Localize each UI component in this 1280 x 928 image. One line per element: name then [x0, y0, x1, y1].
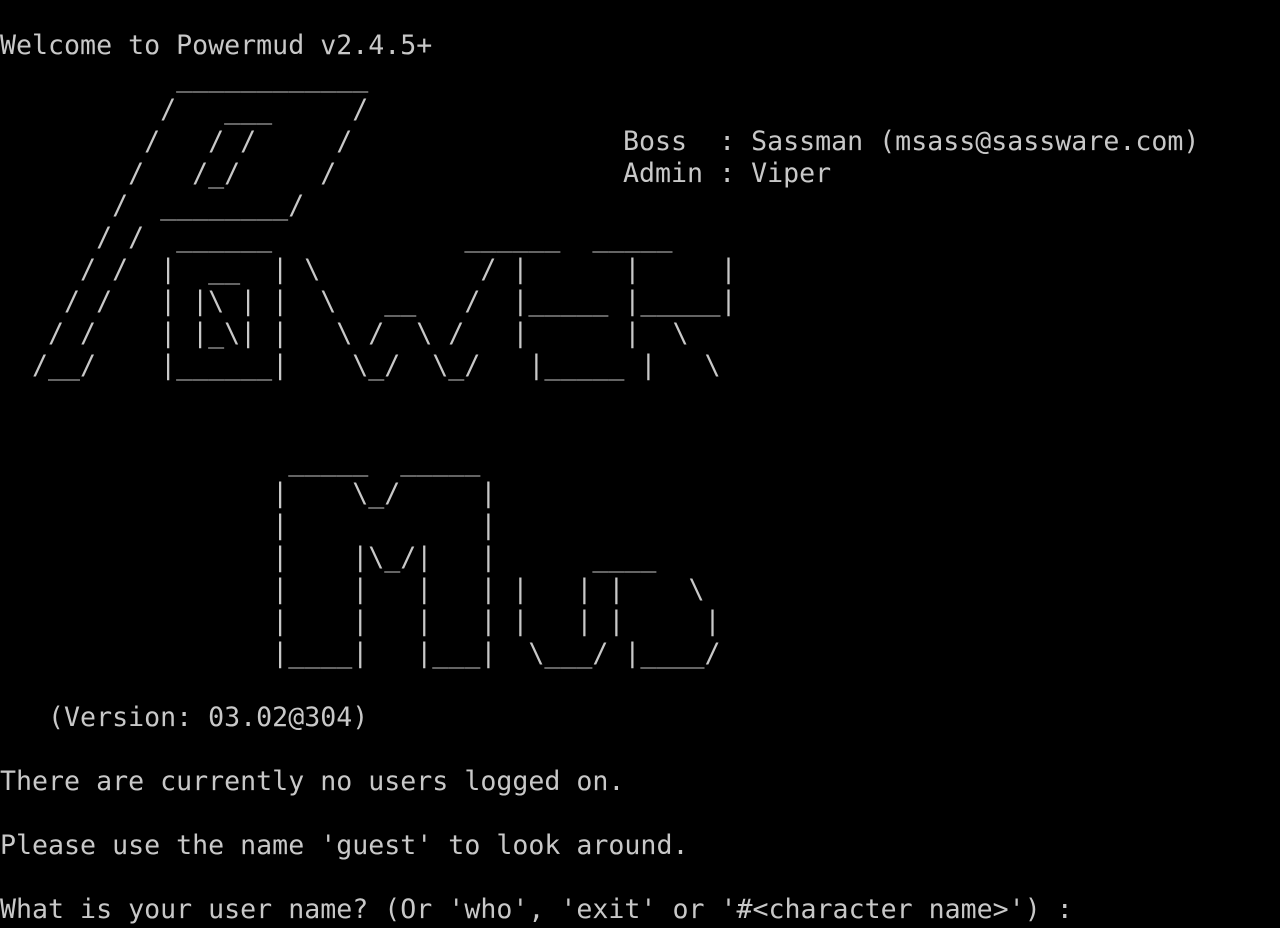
logo-art-line: / / | __ | \ / | | |	[0, 254, 737, 285]
logo-art-line: /__/ |______| \_/ \_/ |_____ | \	[0, 350, 721, 381]
logo-art-line: ____________	[0, 62, 369, 93]
logo-art-line: | |\_/| | ____	[0, 542, 657, 573]
logo-art-line: / ________/	[0, 190, 305, 221]
terminal-screen[interactable]: Welcome to Powermud v2.4.5+ ____________…	[0, 0, 1280, 928]
logo-art-line	[0, 414, 1280, 446]
logo-art-line: _____ _____	[0, 446, 481, 477]
username-prompt[interactable]: What is your user name? (Or 'who', 'exit…	[0, 894, 1103, 926]
logo-art-line: / ___ /	[0, 94, 369, 125]
logo-art-line: | | | | | | | \	[0, 574, 705, 605]
username-prompt-label: What is your user name? (Or 'who', 'exit…	[0, 894, 1089, 925]
logo-art-line: | \_/ |	[0, 478, 497, 509]
boss-info: Boss : Sassman (msass@sassware.com)	[623, 126, 1200, 157]
guest-hint-text: Please use the name 'guest' to look arou…	[0, 830, 689, 861]
welcome-banner: Welcome to Powermud v2.4.5+	[0, 30, 433, 61]
logo-art-line	[0, 382, 1280, 414]
logo-art-line: |____| |___| \___/ |____/	[0, 638, 721, 669]
logo-art-line: / / | |\ | | \ __ / |_____ |_____|	[0, 286, 737, 317]
logo-art-line: / / | |_\| | \ / \ / | | \	[0, 318, 689, 349]
logo-art-line: | | | | | | | |	[0, 606, 721, 637]
logo-art-line: | |	[0, 510, 497, 541]
users-status-text: There are currently no users logged on.	[0, 766, 625, 797]
admin-info: Admin : Viper	[623, 158, 832, 189]
logo-art-line: / / ______ ______ _____	[0, 222, 673, 253]
input-cursor[interactable]	[1089, 894, 1103, 920]
version-text: (Version: 03.02@304)	[0, 702, 369, 733]
